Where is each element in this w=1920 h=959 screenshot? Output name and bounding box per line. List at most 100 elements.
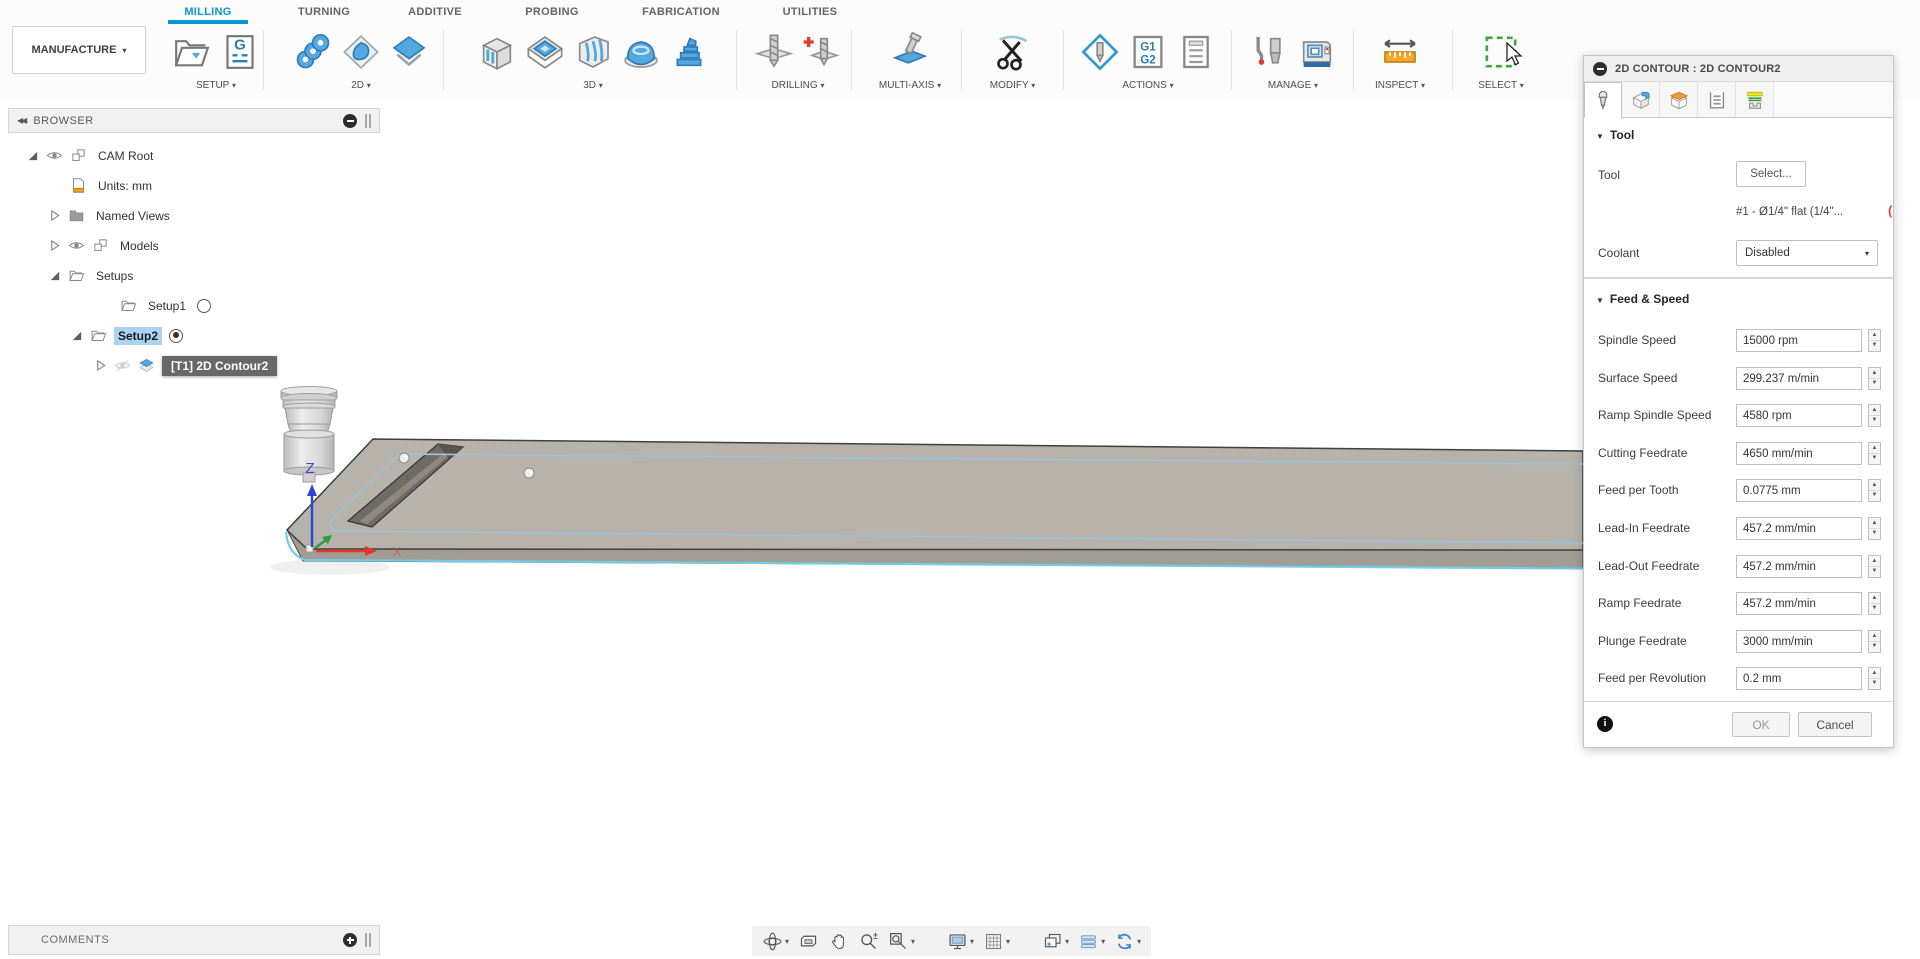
orbit-button[interactable]: ▾ [762,931,789,952]
collapse-arrow-icon[interactable] [70,329,83,342]
collapse-arrow-icon[interactable] [48,269,61,282]
panel-drag-handle[interactable] [365,113,371,128]
drill-add-icon[interactable] [802,32,842,72]
2d-adaptive-icon[interactable] [293,32,333,72]
workspace-tab-fabrication[interactable]: FABRICATION [634,0,728,24]
machine-library-icon[interactable] [1297,32,1337,72]
lead-in-feedrate-input[interactable]: 457.2 mm/min [1736,517,1862,540]
workspace-tab-probing[interactable]: PROBING [513,0,591,24]
workspace-switcher[interactable]: MANUFACTURE ▾ [12,26,146,74]
tab-geometry[interactable] [1622,82,1660,117]
dialog-header[interactable]: 2D CONTOUR : 2D CONTOUR2 [1584,56,1893,82]
tree-row-setups[interactable]: Setups [8,261,380,290]
stepper-down-icon[interactable]: ▼ [1869,566,1880,577]
minus-circle-icon[interactable] [343,113,357,128]
feed-per-revolution-stepper[interactable]: ▲ ▼ [1868,667,1881,690]
stock-plate[interactable] [270,438,1584,575]
stepper-down-icon[interactable]: ▼ [1869,528,1880,539]
ribbon-group-label[interactable]: MODIFY ▾ [965,80,1060,91]
tree-row-setup2[interactable]: Setup2 [8,321,380,350]
ribbon-group-label[interactable]: MULTI-AXIS ▾ [858,80,962,91]
collapse-panel-icon[interactable]: ◀◀ [17,116,27,125]
comments-bar[interactable]: COMMENTS [8,925,380,955]
setup-folder-icon[interactable] [172,32,212,72]
pan-button[interactable] [828,931,849,952]
feed-per-tooth-input[interactable]: 0.0775 mm [1736,479,1862,502]
ok-button[interactable]: OK [1732,712,1790,737]
eye-icon[interactable] [68,237,85,254]
ramp-spindle-speed-stepper[interactable]: ▲ ▼ [1868,404,1881,427]
tool-section-header[interactable]: ▼ Tool [1596,128,1634,142]
tab-passes[interactable] [1698,82,1736,117]
ribbon-group-label[interactable]: ACTIONS ▾ [1068,80,1228,91]
2d-contour-icon[interactable] [389,32,429,72]
stepper-down-icon[interactable]: ▼ [1869,678,1880,689]
plunge-feedrate-input[interactable]: 3000 mm/min [1736,630,1862,653]
hole-marker[interactable] [398,452,410,464]
tool-library-icon[interactable] [1249,32,1289,72]
spindle-speed-stepper[interactable]: ▲ ▼ [1868,329,1881,352]
steps-button[interactable]: ▾ [1078,931,1105,952]
lead-out-feedrate-input[interactable]: 457.2 mm/min [1736,555,1862,578]
ribbon-group-label[interactable]: MANAGE ▾ [1238,80,1348,91]
lead-in-feedrate-stepper[interactable]: ▲ ▼ [1868,517,1881,540]
coolant-dropdown[interactable]: Disabled ▾ [1736,240,1878,266]
ribbon-group-label[interactable]: 2D ▾ [282,80,440,91]
lead-out-feedrate-stepper[interactable]: ▲ ▼ [1868,555,1881,578]
tab-linking[interactable] [1736,82,1774,117]
feed-per-tooth-stepper[interactable]: ▲ ▼ [1868,479,1881,502]
tree-row-units[interactable]: Units: mm [8,171,380,200]
panel-drag-handle[interactable] [365,933,371,947]
expand-arrow-icon[interactable] [94,359,107,372]
tab-heights[interactable] [1660,82,1698,117]
active-setup-radio[interactable] [169,328,184,343]
workspace-tab-milling[interactable]: MILLING [168,0,248,24]
ramp-feedrate-stepper[interactable]: ▲ ▼ [1868,592,1881,615]
zoom-button[interactable] [858,931,879,952]
cutting-feedrate-stepper[interactable]: ▲ ▼ [1868,442,1881,465]
collapse-arrow-icon[interactable] [26,149,39,162]
tree-row-models[interactable]: Models [8,231,380,260]
multi-axis-icon[interactable] [890,31,930,72]
stepper-down-icon[interactable]: ▼ [1869,340,1880,351]
display-settings-button[interactable]: ▾ [947,931,974,952]
feed-per-revolution-input[interactable]: 0.2 mm [1736,667,1862,690]
3d-ramp-icon[interactable] [669,32,709,72]
expand-arrow-icon[interactable] [48,239,61,252]
gcode-doc-icon[interactable]: G [220,32,260,72]
cancel-button[interactable]: Cancel [1798,712,1872,737]
grid-snaps-button[interactable]: ▾ [983,931,1010,952]
ribbon-group-label[interactable]: DRILLING ▾ [748,80,848,91]
ribbon-group-label[interactable]: INSPECT ▾ [1356,80,1444,91]
workspace-tab-turning[interactable]: TURNING [285,0,363,24]
eye-icon[interactable] [46,147,63,164]
2d-pocket-icon[interactable] [341,32,381,72]
3d-adaptive-icon[interactable] [477,32,517,72]
ribbon-group-label[interactable]: SETUP ▾ [170,80,262,91]
setup-sheet-icon[interactable] [1176,32,1216,72]
ramp-feedrate-input[interactable]: 457.2 mm/min [1736,592,1862,615]
active-setup-radio[interactable] [197,298,212,313]
stepper-down-icon[interactable]: ▼ [1869,453,1880,464]
surface-speed-input[interactable]: 299.237 m/min [1736,367,1862,390]
drill-icon[interactable] [754,32,794,72]
plus-circle-icon[interactable] [343,933,357,947]
hole-marker[interactable] [523,467,535,479]
trim-icon[interactable] [993,32,1033,72]
3d-contour-icon[interactable] [573,32,613,72]
tree-row-t1-2d-contour2[interactable]: [T1] 2D Contour2 [8,351,380,380]
stepper-down-icon[interactable]: ▼ [1869,603,1880,614]
ramp-spindle-speed-input[interactable]: 4580 rpm [1736,404,1862,427]
minus-circle-icon[interactable] [1593,61,1607,76]
tree-row-setup1[interactable]: Setup1 [8,291,380,320]
ribbon-group-label[interactable]: SELECT ▾ [1458,80,1544,91]
look-at-button[interactable] [798,931,819,952]
3d-pocket-icon[interactable] [525,32,565,72]
surface-speed-stepper[interactable]: ▲ ▼ [1868,367,1881,390]
tree-row-cam-root[interactable]: CAM Root [8,141,380,170]
ribbon-group-label[interactable]: 3D ▾ [452,80,734,91]
viewports-button[interactable]: ▾ [1042,931,1069,952]
stepper-down-icon[interactable]: ▼ [1869,490,1880,501]
workspace-tab-additive[interactable]: ADDITIVE [396,0,474,24]
spindle-speed-input[interactable]: 15000 rpm [1736,329,1862,352]
